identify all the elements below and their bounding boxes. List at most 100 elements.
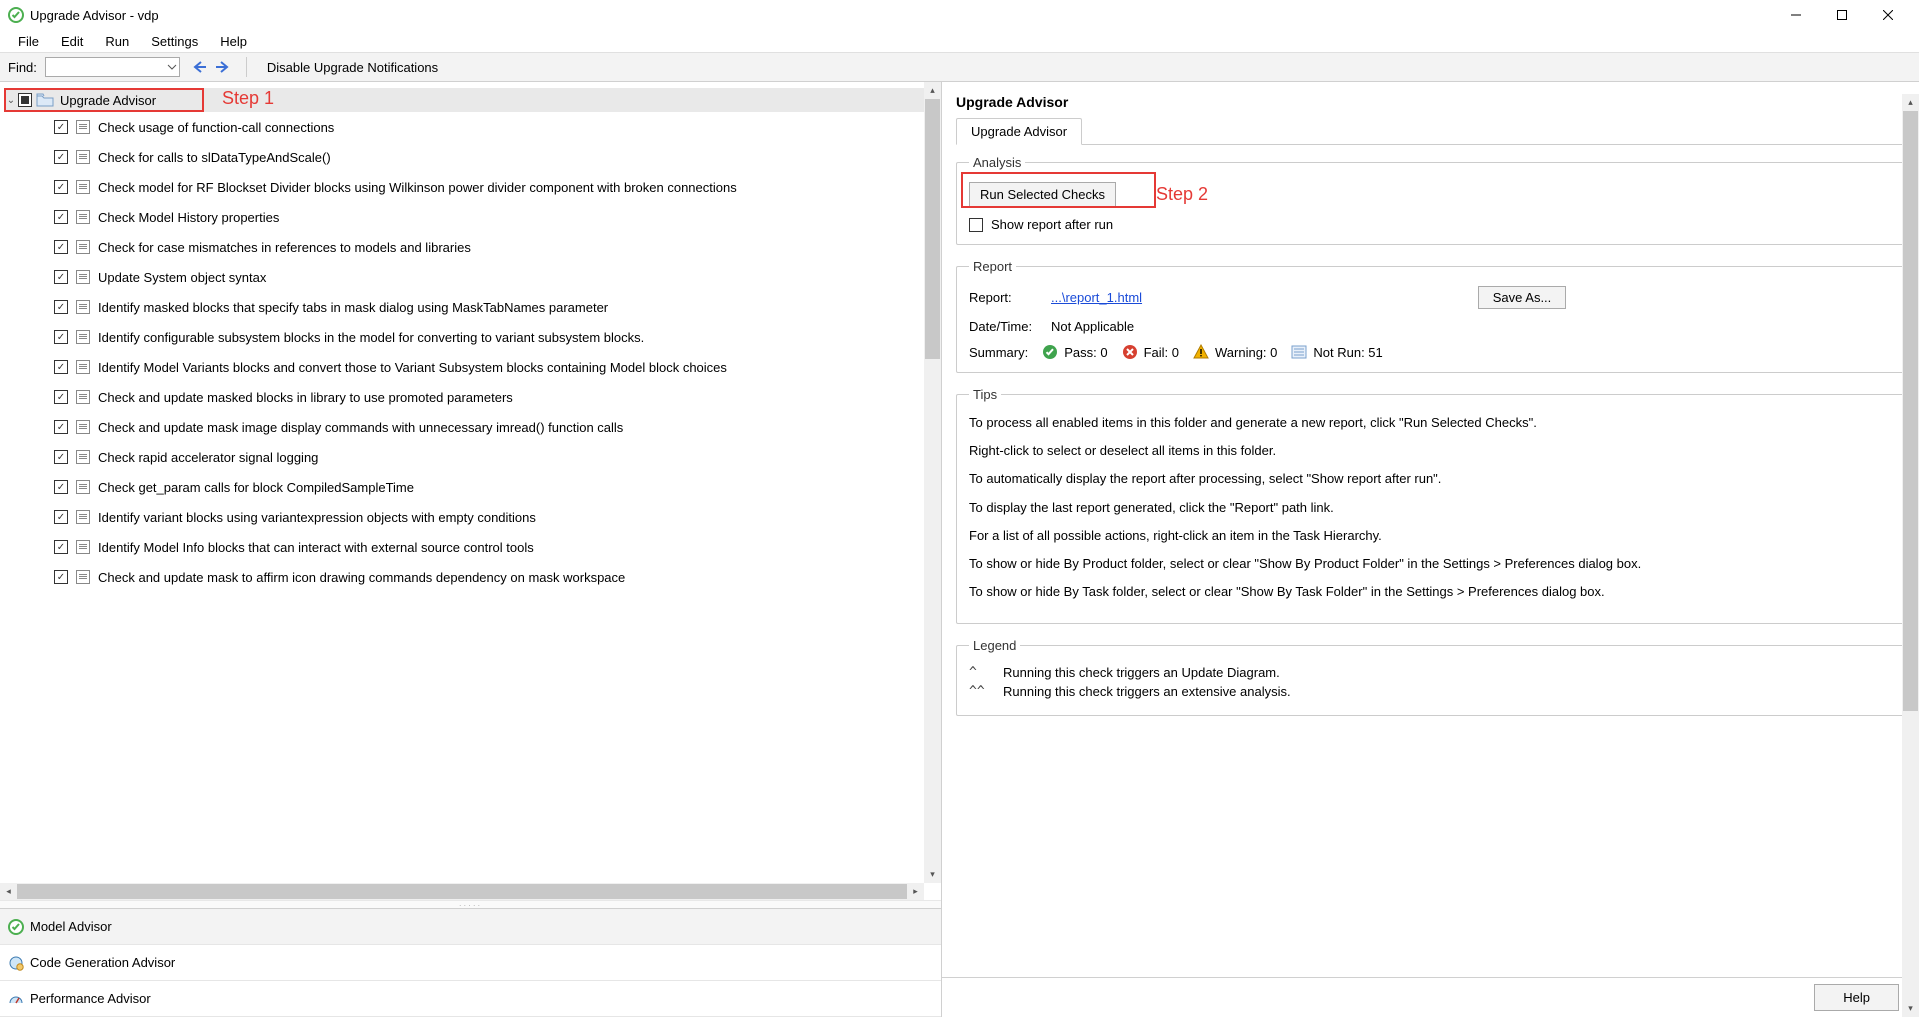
- tree-check-row[interactable]: ✓Identify variant blocks using variantex…: [4, 502, 941, 532]
- help-button[interactable]: Help: [1814, 984, 1899, 1011]
- tree-check-row[interactable]: ✓Check usage of function-call connection…: [4, 112, 941, 142]
- run-selected-checks-button[interactable]: Run Selected Checks: [969, 182, 1116, 207]
- right-scrollbar-vertical[interactable]: ▴ ▾: [1902, 94, 1919, 1017]
- check-checkbox[interactable]: ✓: [54, 570, 68, 584]
- tree-check-row[interactable]: ✓Identify Model Info blocks that can int…: [4, 532, 941, 562]
- check-checkbox[interactable]: ✓: [54, 150, 68, 164]
- legend-caret-1: ^: [969, 665, 993, 680]
- save-as-button[interactable]: Save As...: [1478, 286, 1567, 309]
- tree-check-row[interactable]: ✓Check and update masked blocks in libra…: [4, 382, 941, 412]
- scroll-down-button[interactable]: ▾: [1902, 1000, 1919, 1017]
- tip-7: To show or hide By Task folder, select o…: [969, 583, 1892, 601]
- document-icon: [76, 540, 90, 554]
- tip-6: To show or hide By Product folder, selec…: [969, 555, 1892, 573]
- document-icon: [76, 330, 90, 344]
- check-checkbox[interactable]: ✓: [54, 390, 68, 404]
- document-icon: [76, 390, 90, 404]
- tree-check-row[interactable]: ✓Check rapid accelerator signal logging: [4, 442, 941, 472]
- document-icon: [76, 570, 90, 584]
- analysis-group: Analysis Run Selected Checks Step 2 Show…: [956, 155, 1905, 245]
- tree-check-row[interactable]: ✓Check model for RF Blockset Divider blo…: [4, 172, 941, 202]
- check-checkbox[interactable]: ✓: [54, 420, 68, 434]
- scroll-thumb[interactable]: [925, 99, 940, 359]
- tree-check-row[interactable]: ✓Check for case mismatches in references…: [4, 232, 941, 262]
- tree-scrollbar-horizontal[interactable]: ◂ ▸: [0, 883, 924, 900]
- tips-group: Tips To process all enabled items in thi…: [956, 387, 1905, 624]
- document-icon: [76, 450, 90, 464]
- window-title: Upgrade Advisor - vdp: [30, 8, 159, 23]
- tree-check-row[interactable]: ✓Check and update mask to affirm icon dr…: [4, 562, 941, 592]
- tree-check-row[interactable]: ✓ Check for calls to slDataTypeAndScale(): [4, 142, 941, 172]
- document-icon: [76, 180, 90, 194]
- check-checkbox[interactable]: ✓: [54, 480, 68, 494]
- splitter-grip[interactable]: ·····: [0, 900, 941, 908]
- tree-check-row[interactable]: ✓Check Model History properties: [4, 202, 941, 232]
- report-label: Report:: [969, 290, 1041, 305]
- tree-check-row[interactable]: ✓Identify masked blocks that specify tab…: [4, 292, 941, 322]
- scroll-up-button[interactable]: ▴: [924, 82, 941, 99]
- check-checkbox[interactable]: ✓: [54, 450, 68, 464]
- scroll-down-button[interactable]: ▾: [924, 866, 941, 883]
- datetime-value: Not Applicable: [1051, 319, 1892, 334]
- warning-icon: [1193, 344, 1209, 360]
- check-checkbox[interactable]: ✓: [54, 510, 68, 524]
- perf-advisor-row[interactable]: Performance Advisor: [0, 981, 941, 1017]
- tree-root-label: Upgrade Advisor: [60, 93, 156, 108]
- scroll-thumb[interactable]: [1903, 111, 1918, 711]
- tip-4: To display the last report generated, cl…: [969, 499, 1892, 517]
- check-checkbox[interactable]: ✓: [54, 360, 68, 374]
- document-icon: [76, 420, 90, 434]
- check-checkbox[interactable]: ✓: [54, 300, 68, 314]
- tree-root-row[interactable]: ⌄ Upgrade Advisor Step 1: [4, 88, 941, 112]
- check-checkbox[interactable]: ✓: [54, 240, 68, 254]
- check-checkbox[interactable]: ✓: [54, 330, 68, 344]
- report-legend: Report: [969, 259, 1016, 274]
- tree-check-row[interactable]: ✓Identify configurable subsystem blocks …: [4, 322, 941, 352]
- scroll-up-button[interactable]: ▴: [1902, 94, 1919, 111]
- tree-check-row[interactable]: ✓Update System object syntax: [4, 262, 941, 292]
- report-link[interactable]: ...\report_1.html: [1051, 290, 1468, 305]
- minimize-button[interactable]: [1773, 0, 1819, 30]
- menu-run[interactable]: Run: [95, 32, 139, 51]
- menu-edit[interactable]: Edit: [51, 32, 93, 51]
- chevron-down-icon[interactable]: [167, 62, 177, 72]
- check-checkbox[interactable]: ✓: [54, 210, 68, 224]
- analysis-legend: Analysis: [969, 155, 1025, 170]
- find-prev-button[interactable]: [190, 57, 210, 77]
- datetime-label: Date/Time:: [969, 319, 1041, 334]
- check-checkbox[interactable]: ✓: [54, 540, 68, 554]
- close-button[interactable]: [1865, 0, 1911, 30]
- tree-check-row[interactable]: ✓Check and update mask image display com…: [4, 412, 941, 442]
- show-report-checkbox[interactable]: [969, 218, 983, 232]
- check-label: Check for calls to slDataTypeAndScale(): [98, 150, 331, 165]
- tip-3: To automatically display the report afte…: [969, 470, 1892, 488]
- check-checkbox[interactable]: ✓: [54, 270, 68, 284]
- check-circle-icon: [8, 919, 24, 935]
- report-group: Report Report: ...\report_1.html Save As…: [956, 259, 1905, 373]
- find-input[interactable]: [45, 57, 180, 77]
- check-checkbox[interactable]: ✓: [54, 180, 68, 194]
- scroll-thumb-h[interactable]: [17, 884, 907, 899]
- scroll-right-button[interactable]: ▸: [907, 883, 924, 900]
- tip-1: To process all enabled items in this fol…: [969, 414, 1892, 432]
- root-checkbox[interactable]: [18, 93, 32, 107]
- model-advisor-row[interactable]: Model Advisor: [0, 909, 941, 945]
- summary-label: Summary:: [969, 345, 1028, 360]
- document-icon: [76, 360, 90, 374]
- tab-upgrade-advisor[interactable]: Upgrade Advisor: [956, 118, 1082, 145]
- disable-notifications-button[interactable]: Disable Upgrade Notifications: [261, 58, 444, 77]
- tree-expand-icon[interactable]: ⌄: [4, 95, 18, 106]
- maximize-button[interactable]: [1819, 0, 1865, 30]
- show-report-label: Show report after run: [991, 217, 1113, 232]
- menu-settings[interactable]: Settings: [141, 32, 208, 51]
- codegen-advisor-row[interactable]: Code Generation Advisor: [0, 945, 941, 981]
- tips-legend: Tips: [969, 387, 1001, 402]
- menu-file[interactable]: File: [8, 32, 49, 51]
- scroll-left-button[interactable]: ◂: [0, 883, 17, 900]
- menu-help[interactable]: Help: [210, 32, 257, 51]
- tree-scrollbar-vertical[interactable]: ▴ ▾: [924, 82, 941, 883]
- find-next-button[interactable]: [212, 57, 232, 77]
- tree-check-row[interactable]: ✓Check get_param calls for block Compile…: [4, 472, 941, 502]
- tree-check-row[interactable]: ✓Identify Model Variants blocks and conv…: [4, 352, 941, 382]
- check-checkbox[interactable]: ✓: [54, 120, 68, 134]
